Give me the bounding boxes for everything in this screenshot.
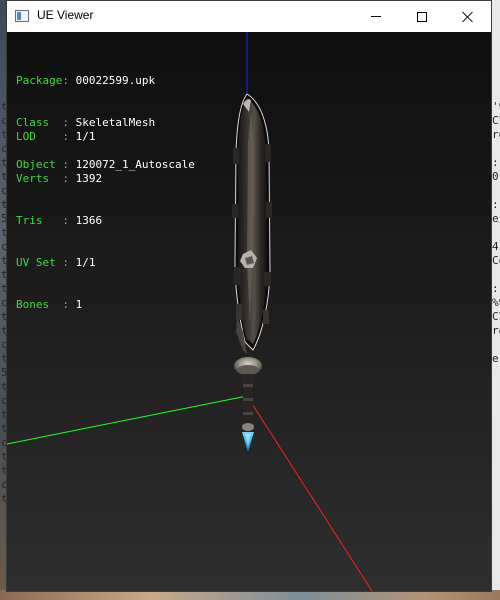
ue-viewer-window: UE Viewer Package: 00022599.upk Class: …: [6, 0, 492, 592]
lod-row: LOD : 1/1: [16, 130, 102, 144]
uvset-row: UV Set : 1/1: [16, 256, 102, 270]
lod-label: LOD :: [16, 130, 69, 143]
title-bar[interactable]: UE Viewer: [7, 1, 491, 32]
close-button[interactable]: [445, 1, 491, 32]
verts-label: Verts :: [16, 172, 69, 185]
uvset-value: 1/1: [75, 256, 96, 269]
window-title: UE Viewer: [37, 8, 94, 22]
bones-label: Bones :: [16, 298, 69, 311]
package-row: Package: 00022599.upk: [16, 74, 195, 88]
bones-row: Bones : 1: [16, 298, 102, 312]
background-window-text-right: '9 C\ ro : 0 : e 4 Co : %9 C\ ro e: [492, 100, 500, 365]
mesh-stats-panel: LOD : 1/1 Verts : 1392 Tris : 1366 UV Se…: [16, 102, 102, 340]
verts-value: 1392: [75, 172, 103, 185]
minimize-icon: [371, 16, 381, 17]
package-value: 00022599.upk: [75, 74, 156, 87]
tris-value: 1366: [75, 214, 103, 227]
app-window-icon: [15, 10, 29, 22]
package-label: Package:: [16, 74, 69, 87]
3d-viewport[interactable]: Package: 00022599.upk Class : SkeletalMe…: [7, 32, 491, 591]
x-axis-line: [246, 395, 373, 591]
maximize-button[interactable]: [399, 1, 445, 32]
verts-row: Verts : 1392: [16, 172, 102, 186]
minimize-button[interactable]: [353, 1, 399, 32]
bones-value: 1: [75, 298, 83, 311]
tris-label: Tris :: [16, 214, 69, 227]
tris-row: Tris : 1366: [16, 214, 102, 228]
lod-value: 1/1: [75, 130, 96, 143]
close-icon: [462, 11, 474, 23]
maximize-icon: [417, 11, 427, 22]
uvset-label: UV Set :: [16, 256, 69, 269]
y-axis-line: [7, 395, 248, 445]
